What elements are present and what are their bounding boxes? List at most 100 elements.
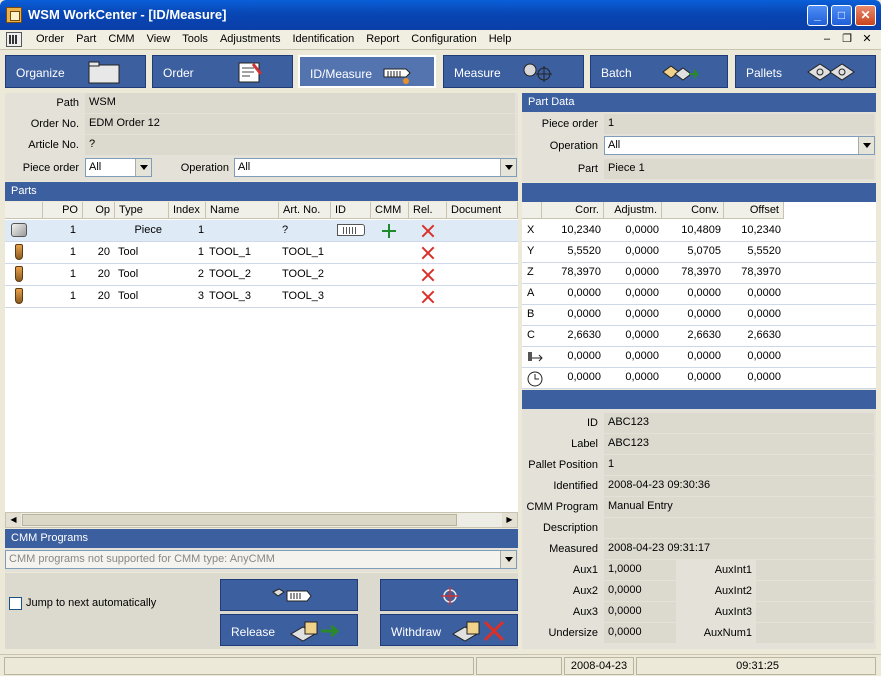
identify-button[interactable] [220,579,358,611]
cmm-programs-header: CMM Programs [5,529,518,548]
menu-report[interactable]: Report [360,33,405,45]
offset-cell-corr: 0,0000 [567,350,601,362]
piece-order-dropdown[interactable]: All [85,158,152,177]
row-name [206,220,279,241]
col-header-offset[interactable]: Offset [724,202,784,219]
operation-dropdown[interactable]: All [234,158,517,177]
batch-button[interactable]: Batch [590,55,728,88]
id-tag-icon[interactable] [337,224,365,236]
id-tag-icon [383,68,411,84]
horizontal-scrollbar[interactable]: ◀ ▶ [5,512,518,528]
table-row[interactable]: 1 20 Tool 2 TOOL_2 TOOL_2 [5,264,518,285]
col-header-op[interactable]: Op [83,202,115,219]
col-header-id[interactable]: ID [331,202,371,219]
aux1-label: Aux1 [572,564,598,576]
withdraw-button[interactable]: Withdraw [380,614,518,646]
article-no-value: ? [85,135,515,155]
measure-button[interactable]: Measure [443,55,584,88]
menu-view[interactable]: View [141,33,177,45]
status-blank [476,657,562,675]
id-label: ID [587,417,598,429]
offset-row[interactable]: B 0,0000 0,0000 0,0000 0,0000 [522,304,876,325]
jump-next-checkbox[interactable] [9,597,22,610]
table-row[interactable]: 1 Piece 1 ? [5,220,518,241]
organize-button[interactable]: Organize [5,55,146,88]
menu-tools[interactable]: Tools [176,33,214,45]
col-header-type[interactable]: Type [115,202,169,219]
row-type: Piece [134,224,162,236]
scroll-right-icon[interactable]: ▶ [502,513,517,527]
menu-cmm[interactable]: CMM [102,33,140,45]
x-mark-icon[interactable] [421,268,435,282]
offset-row[interactable]: C 2,6630 0,0000 2,6630 2,6630 [522,325,876,346]
offset-row[interactable]: 0,0000 0,0000 0,0000 0,0000 [522,367,876,388]
minimize-button[interactable]: _ [807,5,828,26]
table-row[interactable]: 1 20 Tool 1 TOOL_1 TOOL_1 [5,242,518,263]
offset-row[interactable]: Y 5,5520 0,0000 5,0705 5,5520 [522,241,876,262]
pd-operation-dropdown[interactable]: All [604,136,875,155]
cmm-program-dropdown[interactable]: CMM programs not supported for CMM type:… [5,550,517,569]
menu-identification[interactable]: Identification [286,33,360,45]
tool-icon [15,288,23,304]
menu-help[interactable]: Help [483,33,518,45]
mdi-restore-button[interactable]: ❐ [839,32,855,47]
scroll-left-icon[interactable]: ◀ [6,513,21,527]
measure-label: Measure [454,66,501,80]
offset-cell-adjustm: 0,0000 [625,371,659,383]
col-header-document[interactable]: Document [447,202,518,219]
col-header-rel[interactable]: Rel. [409,202,447,219]
col-header-name[interactable]: Name [206,202,279,219]
aux1-value: 1,0000 [604,560,676,580]
offset-cell-offset: 0,0000 [747,287,781,299]
offset-row[interactable]: A 0,0000 0,0000 0,0000 0,0000 [522,283,876,304]
release-button[interactable]: Release [220,614,358,646]
document-icon[interactable] [6,32,22,47]
chevron-down-icon[interactable] [135,159,151,176]
row-index: 2 [197,268,204,280]
menu-part[interactable]: Part [70,33,102,45]
id-measure-button[interactable]: ID/Measure [298,55,436,88]
menu-adjustments[interactable]: Adjustments [214,33,287,45]
row-art-no: TOOL_3 [282,290,324,302]
parts-header: Parts [5,182,518,201]
col-header-conv[interactable]: Conv. [662,202,724,219]
crosshair-icon[interactable] [382,224,396,238]
offset-cell-offset: 0,0000 [747,371,781,383]
col-header-art-no[interactable]: Art. No. [279,202,331,219]
offset-row[interactable]: Z 78,3970 0,0000 78,3970 78,3970 [522,262,876,283]
axis-label: C [527,329,535,341]
status-bar: 2008-04-23 09:31:25 [0,654,881,676]
axis-label: Y [527,245,535,257]
table-row[interactable]: 1 20 Tool 3 TOOL_3 TOOL_3 [5,286,518,307]
app-icon [6,7,22,23]
scroll-thumb[interactable] [22,514,457,526]
menu-configuration[interactable]: Configuration [405,33,482,45]
mdi-minimize-button[interactable]: – [819,32,835,47]
col-header-adjustm[interactable]: Adjustm. [604,202,662,219]
offset-cell-adjustm: 0,0000 [625,329,659,341]
menu-order[interactable]: Order [30,33,70,45]
col-header-cmm[interactable]: CMM [371,202,409,219]
order-button[interactable]: Order [152,55,293,88]
close-button[interactable]: ✕ [855,5,876,26]
auxint1-label: AuxInt1 [714,564,752,576]
chevron-down-icon[interactable] [500,551,516,568]
offset-row[interactable]: X 10,2340 0,0000 10,4809 10,2340 [522,220,876,241]
offset-row[interactable]: 0,0000 0,0000 0,0000 0,0000 [522,346,876,367]
chevron-down-icon[interactable] [858,137,874,154]
pallets-button[interactable]: Pallets [735,55,876,88]
x-mark-icon[interactable] [421,224,435,238]
description-label: Description [542,522,598,534]
target-button[interactable] [380,579,518,611]
maximize-button[interactable]: □ [831,5,852,26]
x-mark-icon[interactable] [421,290,435,304]
chevron-down-icon[interactable] [500,159,516,176]
col-header-corr[interactable]: Corr. [542,202,604,219]
col-header-index[interactable]: Index [169,202,206,219]
col-header-po[interactable]: PO [43,202,83,219]
mdi-close-button[interactable]: ✕ [859,32,875,47]
release-label: Release [231,625,276,639]
x-mark-icon[interactable] [421,246,435,260]
row-po: 1 [69,224,76,236]
auxnum1-label: AuxNum1 [703,627,752,639]
